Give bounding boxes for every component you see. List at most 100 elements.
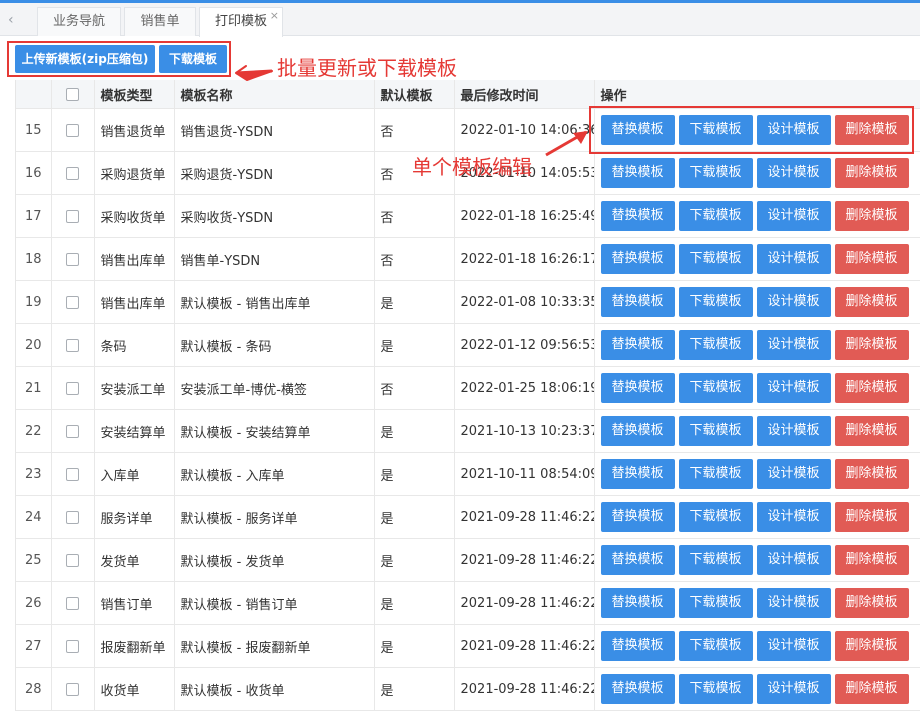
row-checkbox[interactable] [66, 252, 79, 266]
design-template-button[interactable]: 设计模板 [756, 244, 831, 274]
row-index: 21 [16, 366, 52, 410]
select-all-checkbox[interactable] [66, 87, 79, 101]
table-row: 18 销售出库单 销售单-YSDN 否 2022-01-18 16:26:17 替换模板下… [16, 237, 920, 281]
design-template-button[interactable]: 设计模板 [756, 545, 831, 575]
tab-print-template[interactable]: 打印模板 × [199, 7, 283, 37]
download-row-template-button[interactable]: 下载模板 [678, 674, 753, 704]
row-select-cell [51, 151, 95, 195]
replace-template-button[interactable]: 替换模板 [600, 459, 675, 489]
replace-template-button[interactable]: 替换模板 [600, 545, 675, 575]
delete-template-button[interactable]: 删除模板 [834, 373, 909, 403]
design-template-button[interactable]: 设计模板 [756, 373, 831, 403]
row-checkbox[interactable] [66, 209, 79, 223]
row-default-flag: 是 [374, 624, 455, 668]
row-checkbox[interactable] [66, 338, 79, 352]
download-row-template-button[interactable]: 下载模板 [678, 459, 753, 489]
table-row: 23 入库单 默认模板 - 入库单是 2021-10-11 08:54:09 替换模板下… [16, 452, 920, 496]
delete-template-button[interactable]: 删除模板 [834, 287, 909, 317]
replace-template-button[interactable]: 替换模板 [600, 244, 675, 274]
download-row-template-button[interactable]: 下载模板 [678, 588, 753, 618]
replace-template-button[interactable]: 替换模板 [600, 330, 675, 360]
batch-annotation: 批量更新或下载模板 [277, 56, 457, 80]
design-template-button[interactable]: 设计模板 [756, 502, 831, 532]
download-row-template-button[interactable]: 下载模板 [678, 416, 753, 446]
replace-template-button[interactable]: 替换模板 [600, 416, 675, 446]
row-checkbox[interactable] [66, 510, 79, 524]
select-all-cell [51, 80, 95, 109]
table-row: 24 服务详单 默认模板 - 服务详单是 2021-09-28 11:46:22 替换模… [16, 495, 920, 539]
delete-template-button[interactable]: 删除模板 [834, 502, 909, 532]
tab-business-nav[interactable]: 业务导航 [37, 7, 121, 36]
row-select-cell [51, 280, 95, 324]
delete-template-button[interactable]: 删除模板 [834, 330, 909, 360]
design-template-button[interactable]: 设计模板 [756, 416, 831, 446]
design-template-button[interactable]: 设计模板 [756, 674, 831, 704]
row-modified-time: 2021-10-13 10:23:37 [454, 409, 595, 453]
design-template-button[interactable]: 设计模板 [756, 631, 831, 661]
download-row-template-button[interactable]: 下载模板 [678, 373, 753, 403]
design-template-button[interactable]: 设计模板 [756, 115, 831, 145]
table-row: 17 采购收货单 采购收货-YSDN 否 2022-01-18 16:25:49 替换模板… [16, 194, 920, 238]
design-template-button[interactable]: 设计模板 [756, 588, 831, 618]
row-checkbox[interactable] [66, 424, 79, 438]
delete-template-button[interactable]: 删除模板 [834, 115, 909, 145]
replace-template-button[interactable]: 替换模板 [600, 158, 675, 188]
delete-template-button[interactable]: 删除模板 [834, 588, 909, 618]
replace-template-button[interactable]: 替换模板 [600, 502, 675, 532]
tab-sales-order[interactable]: 销售单 [124, 7, 196, 36]
replace-template-button[interactable]: 替换模板 [600, 287, 675, 317]
design-template-button[interactable]: 设计模板 [756, 330, 831, 360]
download-row-template-button[interactable]: 下载模板 [678, 631, 753, 661]
download-row-template-button[interactable]: 下载模板 [678, 158, 753, 188]
design-template-button[interactable]: 设计模板 [756, 459, 831, 489]
close-icon[interactable]: × [270, 2, 279, 30]
delete-template-button[interactable]: 删除模板 [834, 201, 909, 231]
delete-template-button[interactable]: 删除模板 [834, 158, 909, 188]
row-template-name: 销售单-YSDN [174, 237, 375, 281]
row-actions: 替换模板 下载模板 设计模板 删除模板 [594, 581, 920, 625]
replace-template-button[interactable]: 替换模板 [600, 674, 675, 704]
row-checkbox[interactable] [66, 553, 79, 567]
row-checkbox[interactable] [66, 467, 79, 481]
delete-template-button[interactable]: 删除模板 [834, 459, 909, 489]
row-index: 25 [16, 538, 52, 582]
delete-template-button[interactable]: 删除模板 [834, 545, 909, 575]
delete-template-button[interactable]: 删除模板 [834, 631, 909, 661]
delete-template-button[interactable]: 删除模板 [834, 674, 909, 704]
download-row-template-button[interactable]: 下载模板 [678, 244, 753, 274]
download-row-template-button[interactable]: 下载模板 [678, 502, 753, 532]
row-index: 15 [16, 108, 52, 152]
row-checkbox[interactable] [66, 596, 79, 610]
row-checkbox[interactable] [66, 123, 79, 137]
row-template-type: 报废翻新单 [94, 624, 175, 668]
replace-template-button[interactable]: 替换模板 [600, 115, 675, 145]
download-row-template-button[interactable]: 下载模板 [678, 330, 753, 360]
row-checkbox[interactable] [66, 295, 79, 309]
upload-template-button[interactable]: 上传新模板(zip压缩包) [15, 45, 155, 73]
design-template-button[interactable]: 设计模板 [756, 201, 831, 231]
row-default-flag: 是 [374, 323, 455, 367]
row-select-cell [51, 581, 95, 625]
row-checkbox[interactable] [66, 639, 79, 653]
download-template-button[interactable]: 下载模板 [159, 45, 227, 73]
col-template-type: 模板类型 [94, 80, 175, 109]
row-checkbox[interactable] [66, 381, 79, 395]
replace-template-button[interactable]: 替换模板 [600, 373, 675, 403]
download-row-template-button[interactable]: 下载模板 [678, 115, 753, 145]
replace-template-button[interactable]: 替换模板 [600, 588, 675, 618]
replace-template-button[interactable]: 替换模板 [600, 631, 675, 661]
design-template-button[interactable]: 设计模板 [756, 287, 831, 317]
chevron-left-icon[interactable]: ‹ [8, 12, 14, 28]
download-row-template-button[interactable]: 下载模板 [678, 287, 753, 317]
replace-template-button[interactable]: 替换模板 [600, 201, 675, 231]
row-checkbox[interactable] [66, 166, 79, 180]
row-checkbox[interactable] [66, 682, 79, 696]
delete-template-button[interactable]: 删除模板 [834, 416, 909, 446]
download-row-template-button[interactable]: 下载模板 [678, 201, 753, 231]
design-template-button[interactable]: 设计模板 [756, 158, 831, 188]
download-row-template-button[interactable]: 下载模板 [678, 545, 753, 575]
row-modified-time: 2021-09-28 11:46:22 [454, 581, 595, 625]
row-select-cell [51, 237, 95, 281]
row-template-type: 销售退货单 [94, 108, 175, 152]
delete-template-button[interactable]: 删除模板 [834, 244, 909, 274]
